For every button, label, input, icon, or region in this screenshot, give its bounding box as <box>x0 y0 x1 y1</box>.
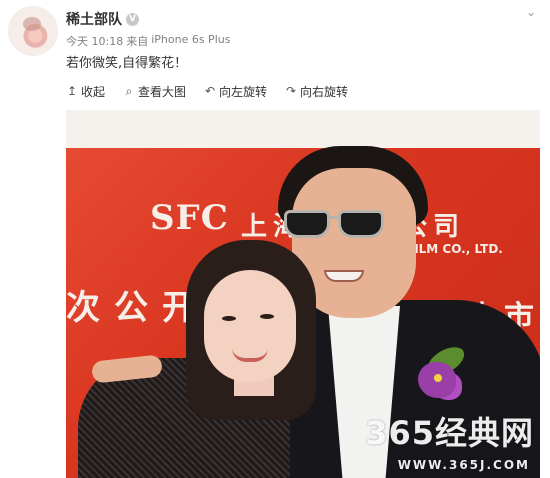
backdrop-logo: SFC <box>150 198 229 238</box>
collapse-up-icon: ↥ <box>66 84 78 98</box>
sunglasses-right <box>338 210 384 238</box>
watermark-url: WWW.365J.COM <box>397 458 530 472</box>
view-large-label: 查看大图 <box>138 84 187 99</box>
post-meta: 今天 10:18 来自 iPhone 6s Plus <box>66 33 230 49</box>
username[interactable]: 稀土部队 <box>66 9 122 29</box>
source-device[interactable]: iPhone 6s Plus <box>151 33 230 49</box>
post-text: 若你微笑,自得繁花！ <box>66 56 188 71</box>
man-smile <box>324 270 364 282</box>
woman-eye-left <box>222 316 236 321</box>
watermark-logo: 365经典网 <box>365 414 534 452</box>
weibo-post: 稀土部队 V 今天 10:18 来自 iPhone 6s Plus ⌄ 若你微笑… <box>0 0 550 478</box>
rotate-left-button[interactable]: ↶ 向左旋转 <box>204 83 267 100</box>
rotate-right-label: 向右旋转 <box>300 84 349 99</box>
image-toolbar: ↥ 收起 ⌕ 查看大图 ↶ 向左旋转 ↷ 向右旋转 <box>66 82 348 100</box>
magnifier-icon: ⌕ <box>125 83 133 98</box>
avatar[interactable] <box>8 6 58 56</box>
sunglasses-left <box>284 210 330 238</box>
rotate-right-icon: ↷ <box>286 84 297 98</box>
v-badge-icon: V <box>126 12 139 26</box>
woman-face <box>204 270 296 382</box>
rotate-left-icon: ↶ <box>205 84 216 98</box>
collapse-button[interactable]: ↥ 收起 <box>66 83 105 100</box>
post-photo[interactable]: SFC 上海…有限公司 FILM CO., LTD. 次公开 上市 365经典网… <box>66 110 540 478</box>
backdrop-company-en: FILM CO., LTD. <box>406 242 503 256</box>
chevron-down-icon[interactable]: ⌄ <box>526 6 538 18</box>
source-prefix: 来自 <box>126 35 149 48</box>
corsage-center <box>434 374 442 382</box>
rotate-left-label: 向左旋转 <box>219 84 268 99</box>
woman-eye-right <box>260 314 274 319</box>
rotate-right-button[interactable]: ↷ 向右旋转 <box>285 83 348 100</box>
post-time[interactable]: 今天 10:18 <box>66 33 123 49</box>
username-row: 稀土部队 V <box>66 9 139 29</box>
collapse-label: 收起 <box>81 84 106 99</box>
view-large-button[interactable]: ⌕ 查看大图 <box>123 83 186 100</box>
sunglasses-bridge <box>328 216 340 219</box>
